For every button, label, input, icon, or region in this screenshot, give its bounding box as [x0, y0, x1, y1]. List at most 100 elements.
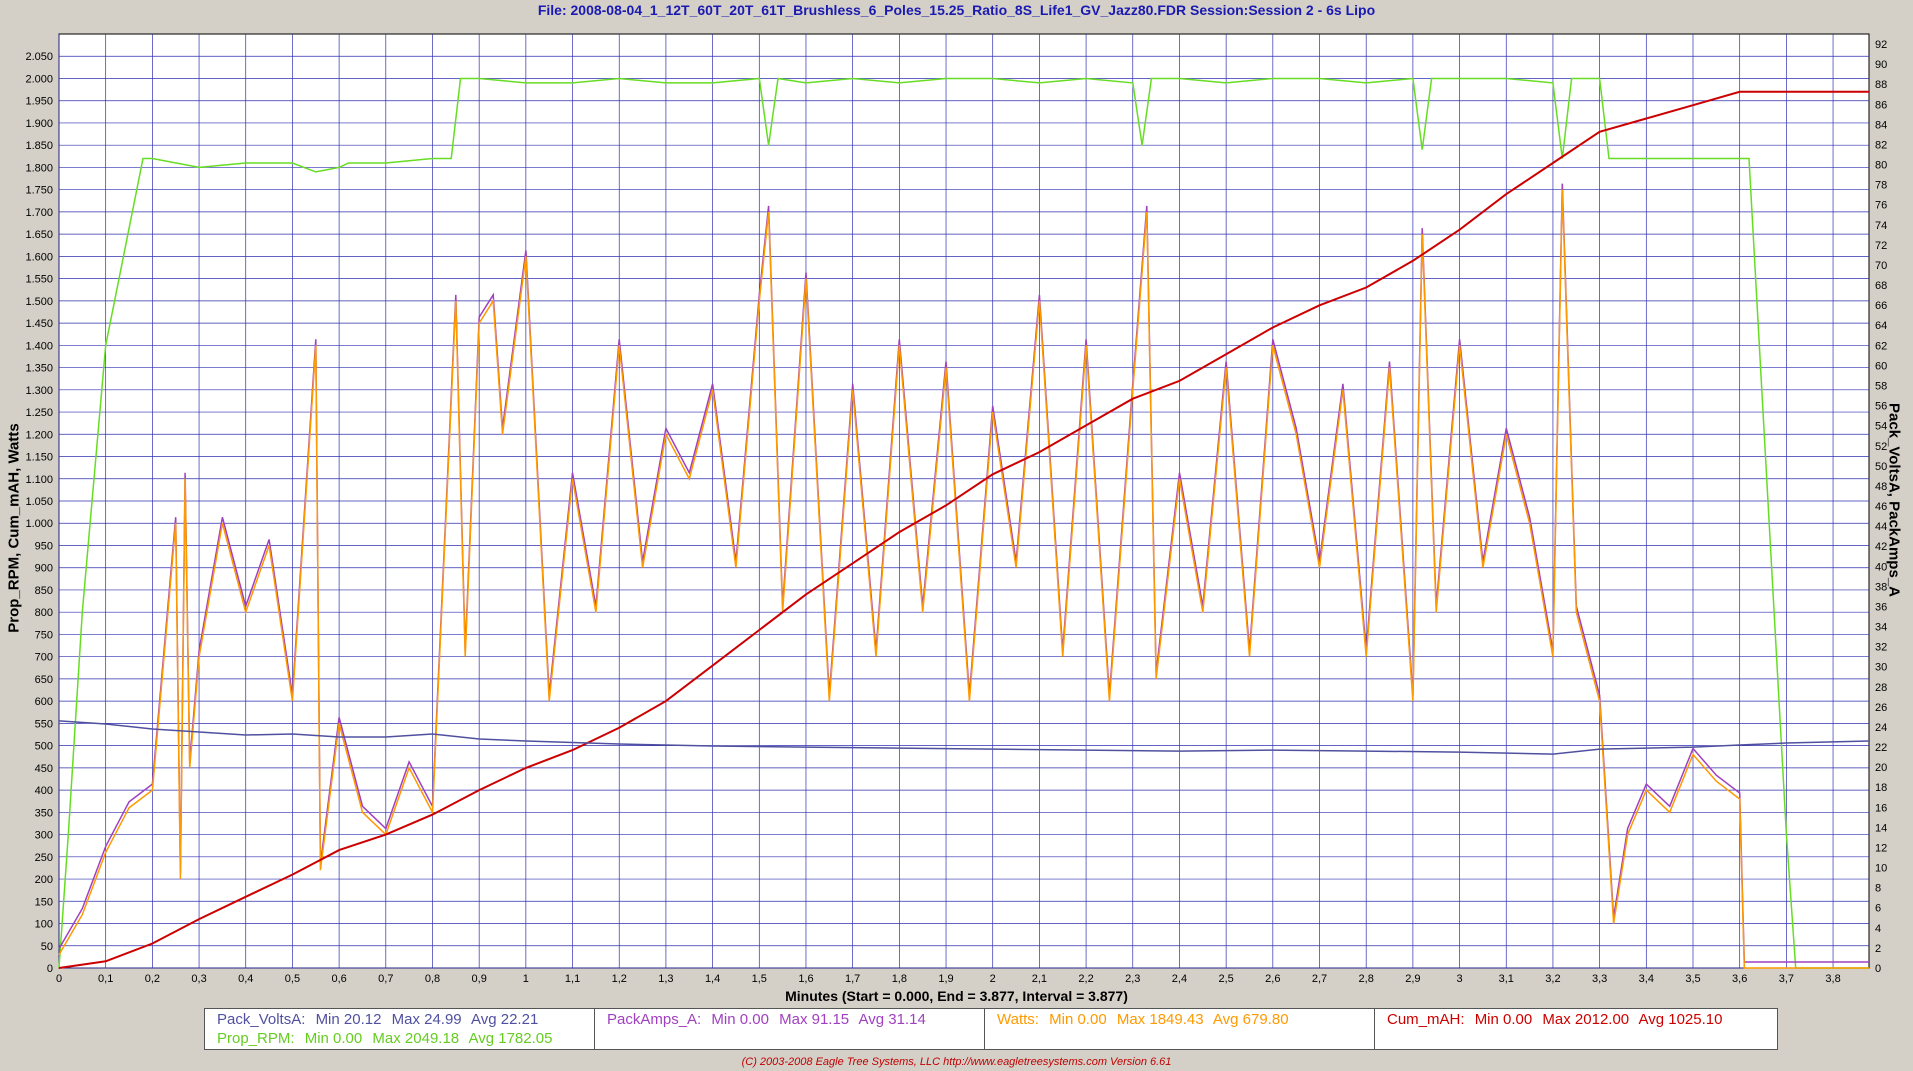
y-left-tick-label: 750 — [35, 629, 53, 641]
stats-watts: Watts: Min 0.00 Max 1849.43 Avg 679.80 — [997, 1011, 1295, 1028]
y-right-tick-label: 2 — [1875, 943, 1881, 955]
y-right-tick-label: 88 — [1875, 79, 1887, 91]
y-right-tick-label: 28 — [1875, 682, 1887, 694]
stats-cell-volts-rpm: Pack_VoltsA: Min 20.12 Max 24.99 Avg 22.… — [205, 1009, 595, 1049]
y-left-tick-label: 900 — [35, 563, 53, 575]
y-right-tick-label: 70 — [1875, 260, 1887, 272]
y-left-tick-label: 1.400 — [25, 340, 53, 352]
y-right-tick-label: 12 — [1875, 842, 1887, 854]
y-left-tick-label: 400 — [35, 785, 53, 797]
y-left-tick-label: 1.700 — [25, 207, 53, 219]
x-tick-label: 0,4 — [238, 973, 253, 985]
x-tick-label: 1,6 — [798, 973, 813, 985]
x-axis-label: Minutes (Start = 0.000, End = 3.877, Int… — [785, 988, 1128, 1004]
y-left-tick-label: 1.150 — [25, 452, 53, 464]
stats-cell-amps: PackAmps_A: Min 0.00 Max 91.15 Avg 31.14 — [595, 1009, 985, 1049]
y-left-tick-label: 1.850 — [25, 140, 53, 152]
y-right-tick-label: 6 — [1875, 903, 1881, 915]
y-axis-right-label: Pack_VoltsA, PackAmps_A — [1885, 403, 1903, 597]
stats-cum-mah: Cum_mAH: Min 0.00 Max 2012.00 Avg 1025.1… — [1387, 1011, 1728, 1028]
y-right-tick-label: 30 — [1875, 662, 1887, 674]
y-left-tick-label: 1.500 — [25, 296, 53, 308]
stats-cum-mah-avg: Avg 1025.10 — [1638, 1011, 1723, 1028]
x-tick-label: 2,3 — [1125, 973, 1140, 985]
y-left-tick-label: 150 — [35, 896, 53, 908]
x-tick-label: 1,2 — [612, 973, 627, 985]
y-left-tick-label: 600 — [35, 696, 53, 708]
stats-cum-mah-name: Cum_mAH: — [1387, 1011, 1465, 1028]
stats-pack-amps-min: Min 0.00 — [711, 1011, 769, 1028]
x-tick-label: 3,4 — [1639, 973, 1654, 985]
stats-prop-rpm-max: Max 2049.18 — [372, 1030, 460, 1047]
y-left-tick-label: 950 — [35, 540, 53, 552]
y-left-tick-label: 1.650 — [25, 229, 53, 241]
y-right-tick-label: 62 — [1875, 340, 1887, 352]
y-axis-left-label: Prop_RPM, Cum_mAH, Watts — [5, 423, 23, 633]
y-left-tick-label: 2.050 — [25, 51, 53, 63]
x-tick-label: 2,7 — [1312, 973, 1327, 985]
y-left-tick-label: 1.200 — [25, 429, 53, 441]
y-right-tick-label: 74 — [1875, 220, 1887, 232]
y-left-tick-label: 350 — [35, 807, 53, 819]
y-left-tick-label: 1.800 — [25, 162, 53, 174]
x-tick-label: 3,8 — [1825, 973, 1840, 985]
x-tick-label: 2,4 — [1172, 973, 1187, 985]
x-tick-label: 2,6 — [1265, 973, 1280, 985]
y-right-tick-label: 78 — [1875, 180, 1887, 192]
stats-pack-amps-max: Max 91.15 — [779, 1011, 850, 1028]
x-tick-label: 0,6 — [331, 973, 346, 985]
x-tick-label: 3,7 — [1779, 973, 1794, 985]
y-left-tick-label: 450 — [35, 763, 53, 775]
y-left-tick-label: 100 — [35, 919, 53, 931]
y-left-tick-label: 500 — [35, 741, 53, 753]
stats-pack-amps-avg: Avg 31.14 — [858, 1011, 926, 1028]
x-tick-label: 0 — [56, 973, 62, 985]
y-left-tick-label: 650 — [35, 674, 53, 686]
x-tick-label: 2,2 — [1078, 973, 1093, 985]
x-tick-label: 2,8 — [1359, 973, 1374, 985]
y-left-tick-label: 550 — [35, 718, 53, 730]
stats-pack-volts: Pack_VoltsA: Min 20.12 Max 24.99 Avg 22.… — [217, 1011, 544, 1028]
stats-prop-rpm: Prop_RPM: Min 0.00 Max 2049.18 Avg 1782.… — [217, 1030, 558, 1047]
y-right-tick-label: 76 — [1875, 200, 1887, 212]
y-right-tick-label: 26 — [1875, 702, 1887, 714]
x-tick-label: 2 — [990, 973, 996, 985]
stats-pack-amps-name: PackAmps_A: — [607, 1011, 702, 1028]
x-tick-label: 0,9 — [472, 973, 487, 985]
x-tick-label: 3,3 — [1592, 973, 1607, 985]
y-left-tick-label: 1.950 — [25, 96, 53, 108]
y-right-tick-label: 58 — [1875, 381, 1887, 393]
stats-pack-volts-max: Max 24.99 — [391, 1011, 462, 1028]
y-left-tick-label: 1.000 — [25, 518, 53, 530]
chart-plot: 0 0,1 0,2 0,3 0,4 0,5 0,6 0,7 0,8 0,9 1 1,1 1,2 1,3 1,… — [25, 33, 1887, 985]
y-right-tick-label: 14 — [1875, 822, 1887, 834]
y-right-tick-label: 24 — [1875, 722, 1887, 734]
x-tick-label: 0,7 — [378, 973, 393, 985]
y-left-tick-label: 800 — [35, 607, 53, 619]
stats-cell-mah: Cum_mAH: Min 0.00 Max 2012.00 Avg 1025.1… — [1375, 1009, 1777, 1049]
y-left-tick-label: 200 — [35, 874, 53, 886]
y-right-tick-label: 80 — [1875, 160, 1887, 172]
y-right-tick-label: 66 — [1875, 300, 1887, 312]
y-right-tick-label: 18 — [1875, 782, 1887, 794]
x-tick-label: 2,1 — [1032, 973, 1047, 985]
stats-pack-amps: PackAmps_A: Min 0.00 Max 91.15 Avg 31.14 — [607, 1011, 932, 1028]
x-tick-label: 3,2 — [1545, 973, 1560, 985]
x-tick-label: 1 — [523, 973, 529, 985]
stats-legend: Pack_VoltsA: Min 20.12 Max 24.99 Avg 22.… — [204, 1008, 1778, 1050]
x-tick-label: 0,8 — [425, 973, 440, 985]
y-left-tick-label: 1.600 — [25, 251, 53, 263]
stats-cell-watts: Watts: Min 0.00 Max 1849.43 Avg 679.80 — [985, 1009, 1375, 1049]
y-left-tick-label: 1.350 — [25, 363, 53, 375]
y-left-tick-label: 1.900 — [25, 118, 53, 130]
y-left-tick-label: 700 — [35, 652, 53, 664]
x-tick-label: 0,3 — [191, 973, 206, 985]
y-right-tick-label: 90 — [1875, 59, 1887, 71]
y-right-tick-label: 4 — [1875, 923, 1881, 935]
x-tick-label: 2,9 — [1405, 973, 1420, 985]
y-left-tick-label: 850 — [35, 585, 53, 597]
stats-pack-volts-name: Pack_VoltsA: — [217, 1011, 306, 1028]
x-tick-label: 0,5 — [285, 973, 300, 985]
x-tick-label: 1,5 — [752, 973, 767, 985]
y-left-tick-label: 1.750 — [25, 185, 53, 197]
